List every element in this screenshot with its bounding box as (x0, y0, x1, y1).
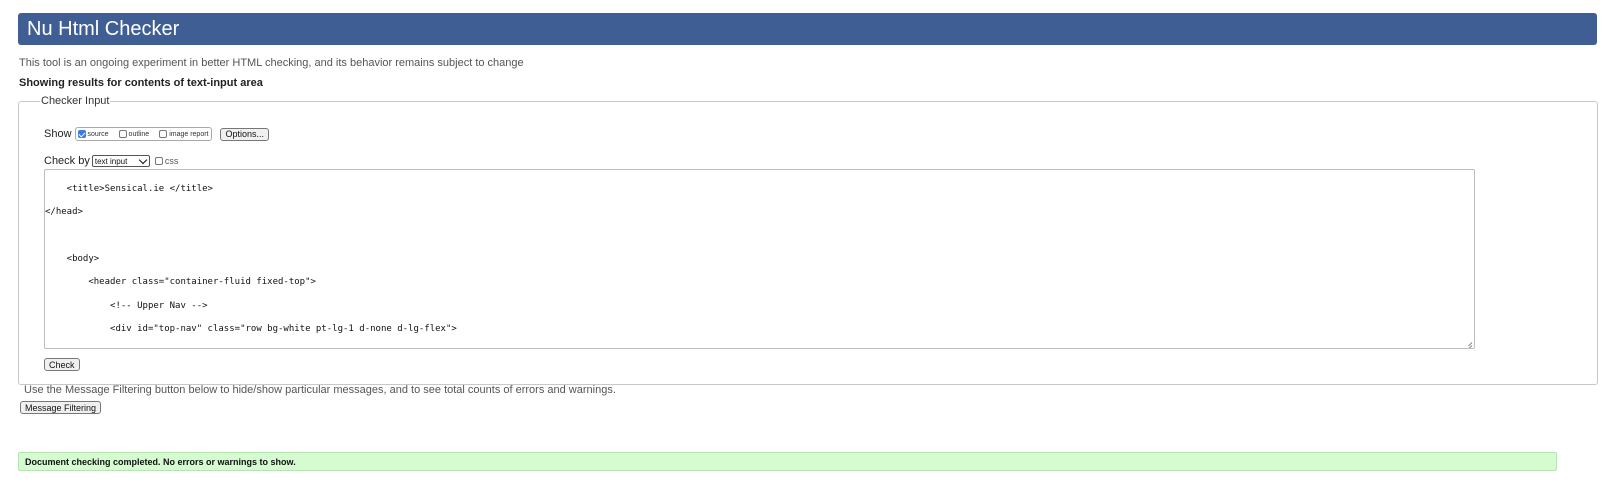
image-report-option-label: image report (169, 130, 209, 138)
source-line: <header class="container-fluid fixed-top… (45, 277, 316, 287)
source-textarea[interactable]: <title>Sensical.ie </title> </head> <bod… (44, 169, 1475, 349)
page-title: Nu Html Checker (27, 17, 180, 40)
show-options-row: Show source outline image report Options… (44, 127, 270, 141)
check-button[interactable]: Check (44, 358, 80, 371)
checker-input-legend: Checker Input (41, 95, 110, 107)
filter-note-text: Use the Message Filtering button below t… (24, 384, 616, 396)
css-option[interactable]: css (154, 156, 179, 166)
css-option-label: css (164, 156, 179, 166)
check-by-label: Check by (44, 155, 90, 167)
show-label: Show (44, 128, 72, 140)
chevron-down-icon (138, 155, 148, 164)
outline-checkbox[interactable] (118, 130, 127, 138)
message-filtering-button[interactable]: Message Filtering (20, 401, 102, 414)
show-option-image-report[interactable]: image report (159, 130, 208, 138)
checker-input-fieldset: Checker Input Show source outline image … (18, 95, 1598, 385)
check-by-row: Check by text input css (44, 155, 178, 167)
options-button[interactable]: Options... (220, 127, 270, 141)
source-checkbox[interactable] (77, 130, 86, 138)
showing-results-text: Showing results for contents of text-inp… (19, 77, 263, 89)
source-line: <!-- Upper Nav --> (45, 301, 208, 311)
header-banner: Nu Html Checker (18, 13, 1597, 45)
show-options-group: source outline image report (74, 127, 213, 141)
check-by-selected-value: text input (94, 156, 128, 166)
result-success-message: Document checking completed. No errors o… (18, 452, 1557, 471)
source-line: <title>Sensical.ie </title> (45, 184, 213, 194)
source-line: <div id="top-nav" class="row bg-white pt… (45, 324, 457, 334)
source-line: </head> (45, 207, 83, 217)
source-option-label: source (87, 130, 109, 138)
outline-option-label: outline (128, 130, 150, 138)
check-by-select[interactable]: text input (91, 155, 150, 167)
show-option-outline[interactable]: outline (118, 130, 150, 138)
resize-handle-icon[interactable] (1465, 339, 1472, 346)
image-report-checkbox[interactable] (159, 130, 168, 138)
source-line: <body> (45, 254, 100, 264)
show-option-source[interactable]: source (77, 130, 109, 138)
css-checkbox[interactable] (154, 157, 163, 165)
intro-text: This tool is an ongoing experiment in be… (19, 57, 524, 69)
